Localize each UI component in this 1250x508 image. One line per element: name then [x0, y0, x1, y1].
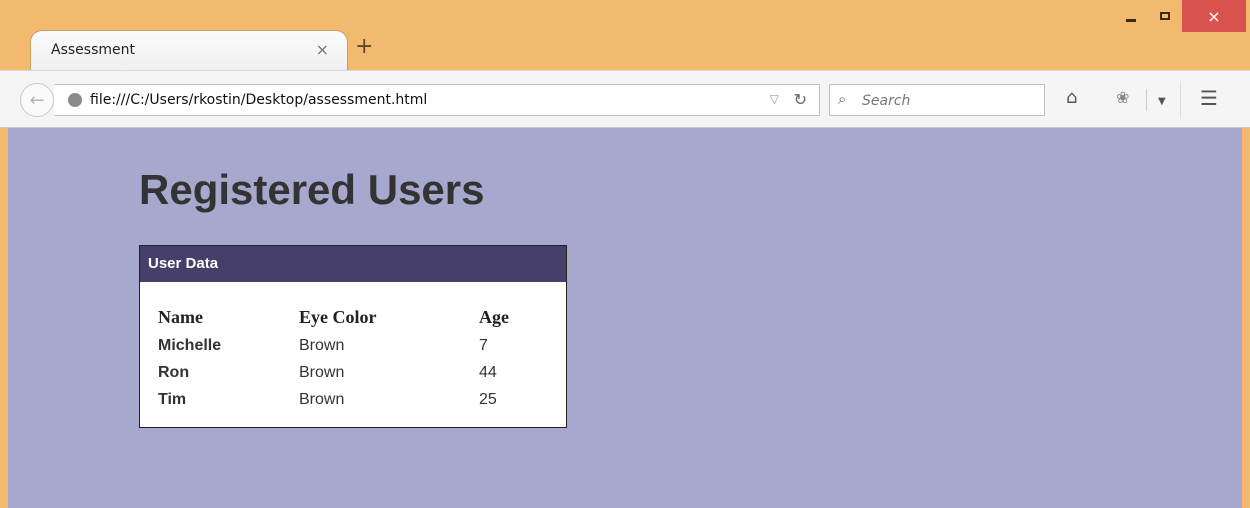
- cell-eye-color: Brown: [299, 390, 345, 408]
- toolbar-divider: [1180, 81, 1181, 119]
- table-row: Tim Brown 25: [158, 386, 539, 413]
- back-arrow-icon: ←: [29, 89, 45, 111]
- maximize-icon: [1160, 12, 1170, 20]
- cell-name: Ron: [158, 363, 190, 381]
- addon-icon[interactable]: ❀: [1116, 88, 1129, 108]
- window-close-button[interactable]: ×: [1182, 0, 1246, 32]
- search-input[interactable]: [860, 88, 1039, 114]
- tab-assessment[interactable]: Assessment ×: [30, 30, 348, 70]
- cell-age: 7: [479, 336, 488, 354]
- close-icon: ×: [1207, 6, 1221, 26]
- cell-name: Tim: [158, 390, 187, 408]
- window-controls: ×: [1114, 0, 1246, 34]
- search-bar[interactable]: ⌕: [829, 84, 1045, 116]
- globe-icon: [68, 93, 82, 107]
- navigation-toolbar: ← file:///C:/Users/rkostin/Desktop/asses…: [0, 70, 1250, 128]
- cell-eye-color: Brown: [299, 363, 345, 381]
- column-header-age: Age: [479, 306, 509, 327]
- back-button[interactable]: ←: [20, 83, 54, 117]
- url-text[interactable]: file:///C:/Users/rkostin/Desktop/assessm…: [90, 92, 427, 108]
- user-data-panel: User Data Name Eye Color Age Michelle Br…: [139, 245, 567, 428]
- url-dropdown-icon[interactable]: ▽: [770, 92, 779, 106]
- column-header-name: Name: [158, 306, 203, 327]
- panel-heading: User Data: [140, 246, 566, 282]
- table-row: Ron Brown 44: [158, 359, 539, 386]
- maximize-button[interactable]: [1148, 0, 1182, 32]
- minimize-icon: [1126, 18, 1136, 22]
- column-header-eye-color: Eye Color: [299, 306, 377, 327]
- minimize-button[interactable]: [1114, 0, 1148, 32]
- browser-window: Assessment × + × ← file:///C:/Users/rkos…: [0, 0, 1250, 508]
- reload-icon[interactable]: ↻: [794, 90, 807, 109]
- users-table: Name Eye Color Age Michelle Brown 7 Ron …: [158, 302, 539, 413]
- new-tab-icon[interactable]: +: [355, 36, 373, 58]
- cell-name: Michelle: [158, 336, 222, 354]
- home-icon[interactable]: ⌂: [1066, 88, 1077, 108]
- cell-age: 44: [479, 363, 497, 381]
- tab-title: Assessment: [51, 42, 135, 58]
- table-row: Michelle Brown 7: [158, 332, 539, 359]
- page-viewport: Registered Users User Data Name Eye Colo…: [8, 128, 1242, 508]
- url-bar[interactable]: file:///C:/Users/rkostin/Desktop/assessm…: [54, 84, 820, 116]
- cell-age: 25: [479, 390, 497, 408]
- chevron-down-icon[interactable]: ▼: [1158, 92, 1166, 112]
- page-title: Registered Users: [139, 166, 485, 213]
- toolbar-divider: [1146, 89, 1147, 111]
- tab-close-icon[interactable]: ×: [316, 40, 329, 59]
- search-icon: ⌕: [838, 90, 847, 108]
- table-header-row: Name Eye Color Age: [158, 302, 539, 332]
- tab-bar: Assessment × + ×: [0, 0, 1250, 70]
- cell-eye-color: Brown: [299, 336, 345, 354]
- hamburger-menu-icon[interactable]: ☰: [1200, 88, 1218, 108]
